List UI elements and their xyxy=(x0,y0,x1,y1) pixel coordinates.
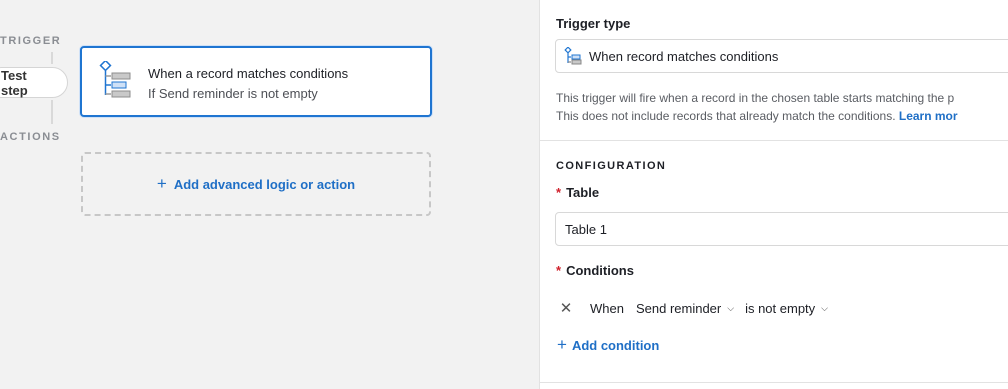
required-marker: * xyxy=(556,185,562,200)
close-icon[interactable]: ✕ xyxy=(556,299,576,317)
configuration-heading: CONFIGURATION xyxy=(556,160,667,172)
record-conditions-icon xyxy=(564,47,582,65)
trigger-card[interactable]: When a record matches conditions If Send… xyxy=(80,46,432,117)
trigger-section-label: TRIGGER xyxy=(0,35,62,47)
table-value: Table 1 xyxy=(565,221,607,237)
required-marker: * xyxy=(556,263,562,278)
workflow-canvas: TRIGGER Test step ACTIONS When a record … xyxy=(0,0,539,389)
trigger-description: This trigger will fire when a record in … xyxy=(556,89,1008,125)
rail-connector xyxy=(51,52,53,64)
trigger-card-subtitle: If Send reminder is not empty xyxy=(148,86,318,101)
test-step-button[interactable]: Test step xyxy=(0,67,68,98)
condition-field-dropdown[interactable]: Send reminder ⌵ xyxy=(636,301,734,316)
record-conditions-icon xyxy=(99,61,131,98)
section-divider xyxy=(540,382,1008,383)
trigger-type-select[interactable]: When record matches conditions xyxy=(555,39,1008,73)
chevron-down-icon: ⌵ xyxy=(727,302,735,313)
description-line: This does not include records that alrea… xyxy=(556,109,958,123)
trigger-type-label: Trigger type xyxy=(556,16,631,31)
rail-connector xyxy=(51,100,53,124)
learn-more-link[interactable]: Learn mor xyxy=(899,109,958,123)
trigger-card-title: When a record matches conditions xyxy=(148,66,349,81)
condition-when-label: When xyxy=(590,300,624,316)
plus-icon: + xyxy=(557,335,567,354)
conditions-field-label: * Conditions xyxy=(556,263,634,278)
condition-row: ✕ When Send reminder ⌵ is not empty ⌵ xyxy=(556,297,839,319)
trigger-config-panel: Trigger type When record matches conditi… xyxy=(539,0,1008,389)
plus-icon: + xyxy=(156,173,167,193)
trigger-type-value: When record matches conditions xyxy=(589,48,779,64)
add-action-label: Add advanced logic or action xyxy=(173,176,356,192)
description-line: This trigger will fire when a record in … xyxy=(556,91,955,105)
add-condition-label: Add condition xyxy=(571,338,660,353)
add-condition-button[interactable]: + Add condition xyxy=(557,335,660,354)
actions-section-label: ACTIONS xyxy=(0,131,61,143)
section-divider xyxy=(540,140,1008,141)
add-action-button[interactable]: + Add advanced logic or action xyxy=(81,152,431,216)
condition-operator-dropdown[interactable]: is not empty ⌵ xyxy=(745,301,828,316)
table-field-label: * Table xyxy=(556,185,600,200)
table-select[interactable]: Table 1 xyxy=(555,212,1008,246)
chevron-down-icon: ⌵ xyxy=(821,302,828,313)
